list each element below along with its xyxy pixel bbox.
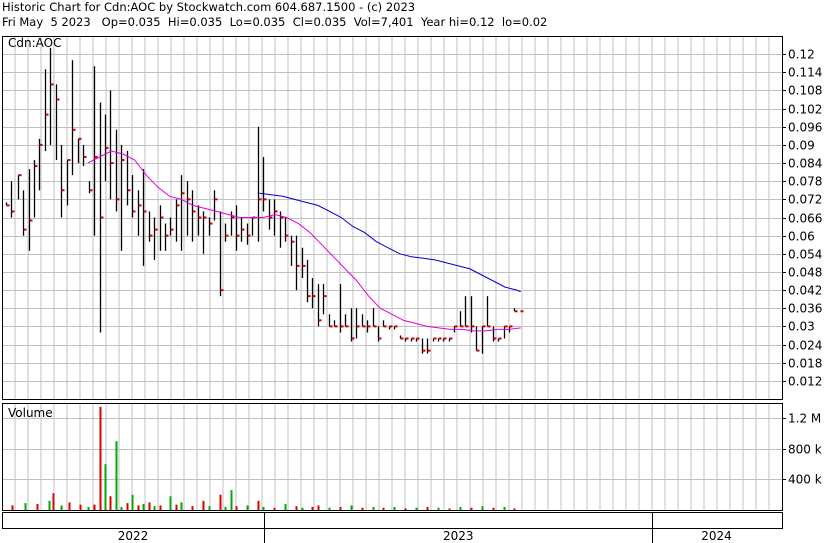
price-tick-label: 0.078 — [788, 175, 822, 189]
x-axis-year-label: 2022 — [118, 529, 149, 543]
price-tick-label: 0.09 — [788, 139, 815, 153]
x-axis-panel: 2022 2023 2024 — [2, 512, 783, 543]
volume-panel-title: Volume — [8, 406, 53, 420]
price-tick-label: 0.018 — [788, 357, 822, 371]
price-tick-label: 0.042 — [788, 284, 822, 298]
volume-tick-label: 1.2 M — [788, 412, 821, 426]
price-tick-label: 0.084 — [788, 157, 822, 171]
x-axis-year-label: 2023 — [443, 529, 474, 543]
price-tick-label: 0.024 — [788, 339, 822, 353]
price-tick-label: 0.114 — [788, 66, 822, 80]
price-panel-title: Cdn:AOC — [8, 36, 61, 50]
moving-average-long-line — [259, 192, 521, 293]
price-tick-label: 0.102 — [788, 103, 822, 117]
volume-panel: 1.2 M 800 k 400 k Volume — [2, 403, 822, 511]
price-tick-label: 0.012 — [788, 375, 822, 389]
price-tick-label: 0.12 — [788, 48, 815, 62]
price-tick-label: 0.048 — [788, 266, 822, 280]
price-tick-label: 0.066 — [788, 212, 822, 226]
stock-chart: 0.12 0.114 0.108 0.102 0.096 0.09 0.084 0.078 0.… — [2, 36, 822, 543]
moving-average-short-line — [87, 150, 521, 332]
price-tick-label: 0.03 — [788, 320, 815, 334]
x-axis-frame — [2, 512, 783, 529]
price-panel: 0.12 0.114 0.108 0.102 0.096 0.09 0.084 0.078 0.… — [2, 36, 822, 400]
price-tick-label: 0.06 — [788, 230, 815, 244]
price-tick-label: 0.054 — [788, 248, 822, 262]
price-tick-label: 0.096 — [788, 121, 822, 135]
x-axis-year-label: 2024 — [701, 529, 732, 543]
price-tick-label: 0.072 — [788, 193, 822, 207]
volume-tick-label: 400 k — [788, 473, 822, 487]
volume-tick-label: 800 k — [788, 443, 822, 457]
price-tick-label: 0.108 — [788, 84, 822, 98]
price-tick-label: 0.036 — [788, 302, 822, 316]
